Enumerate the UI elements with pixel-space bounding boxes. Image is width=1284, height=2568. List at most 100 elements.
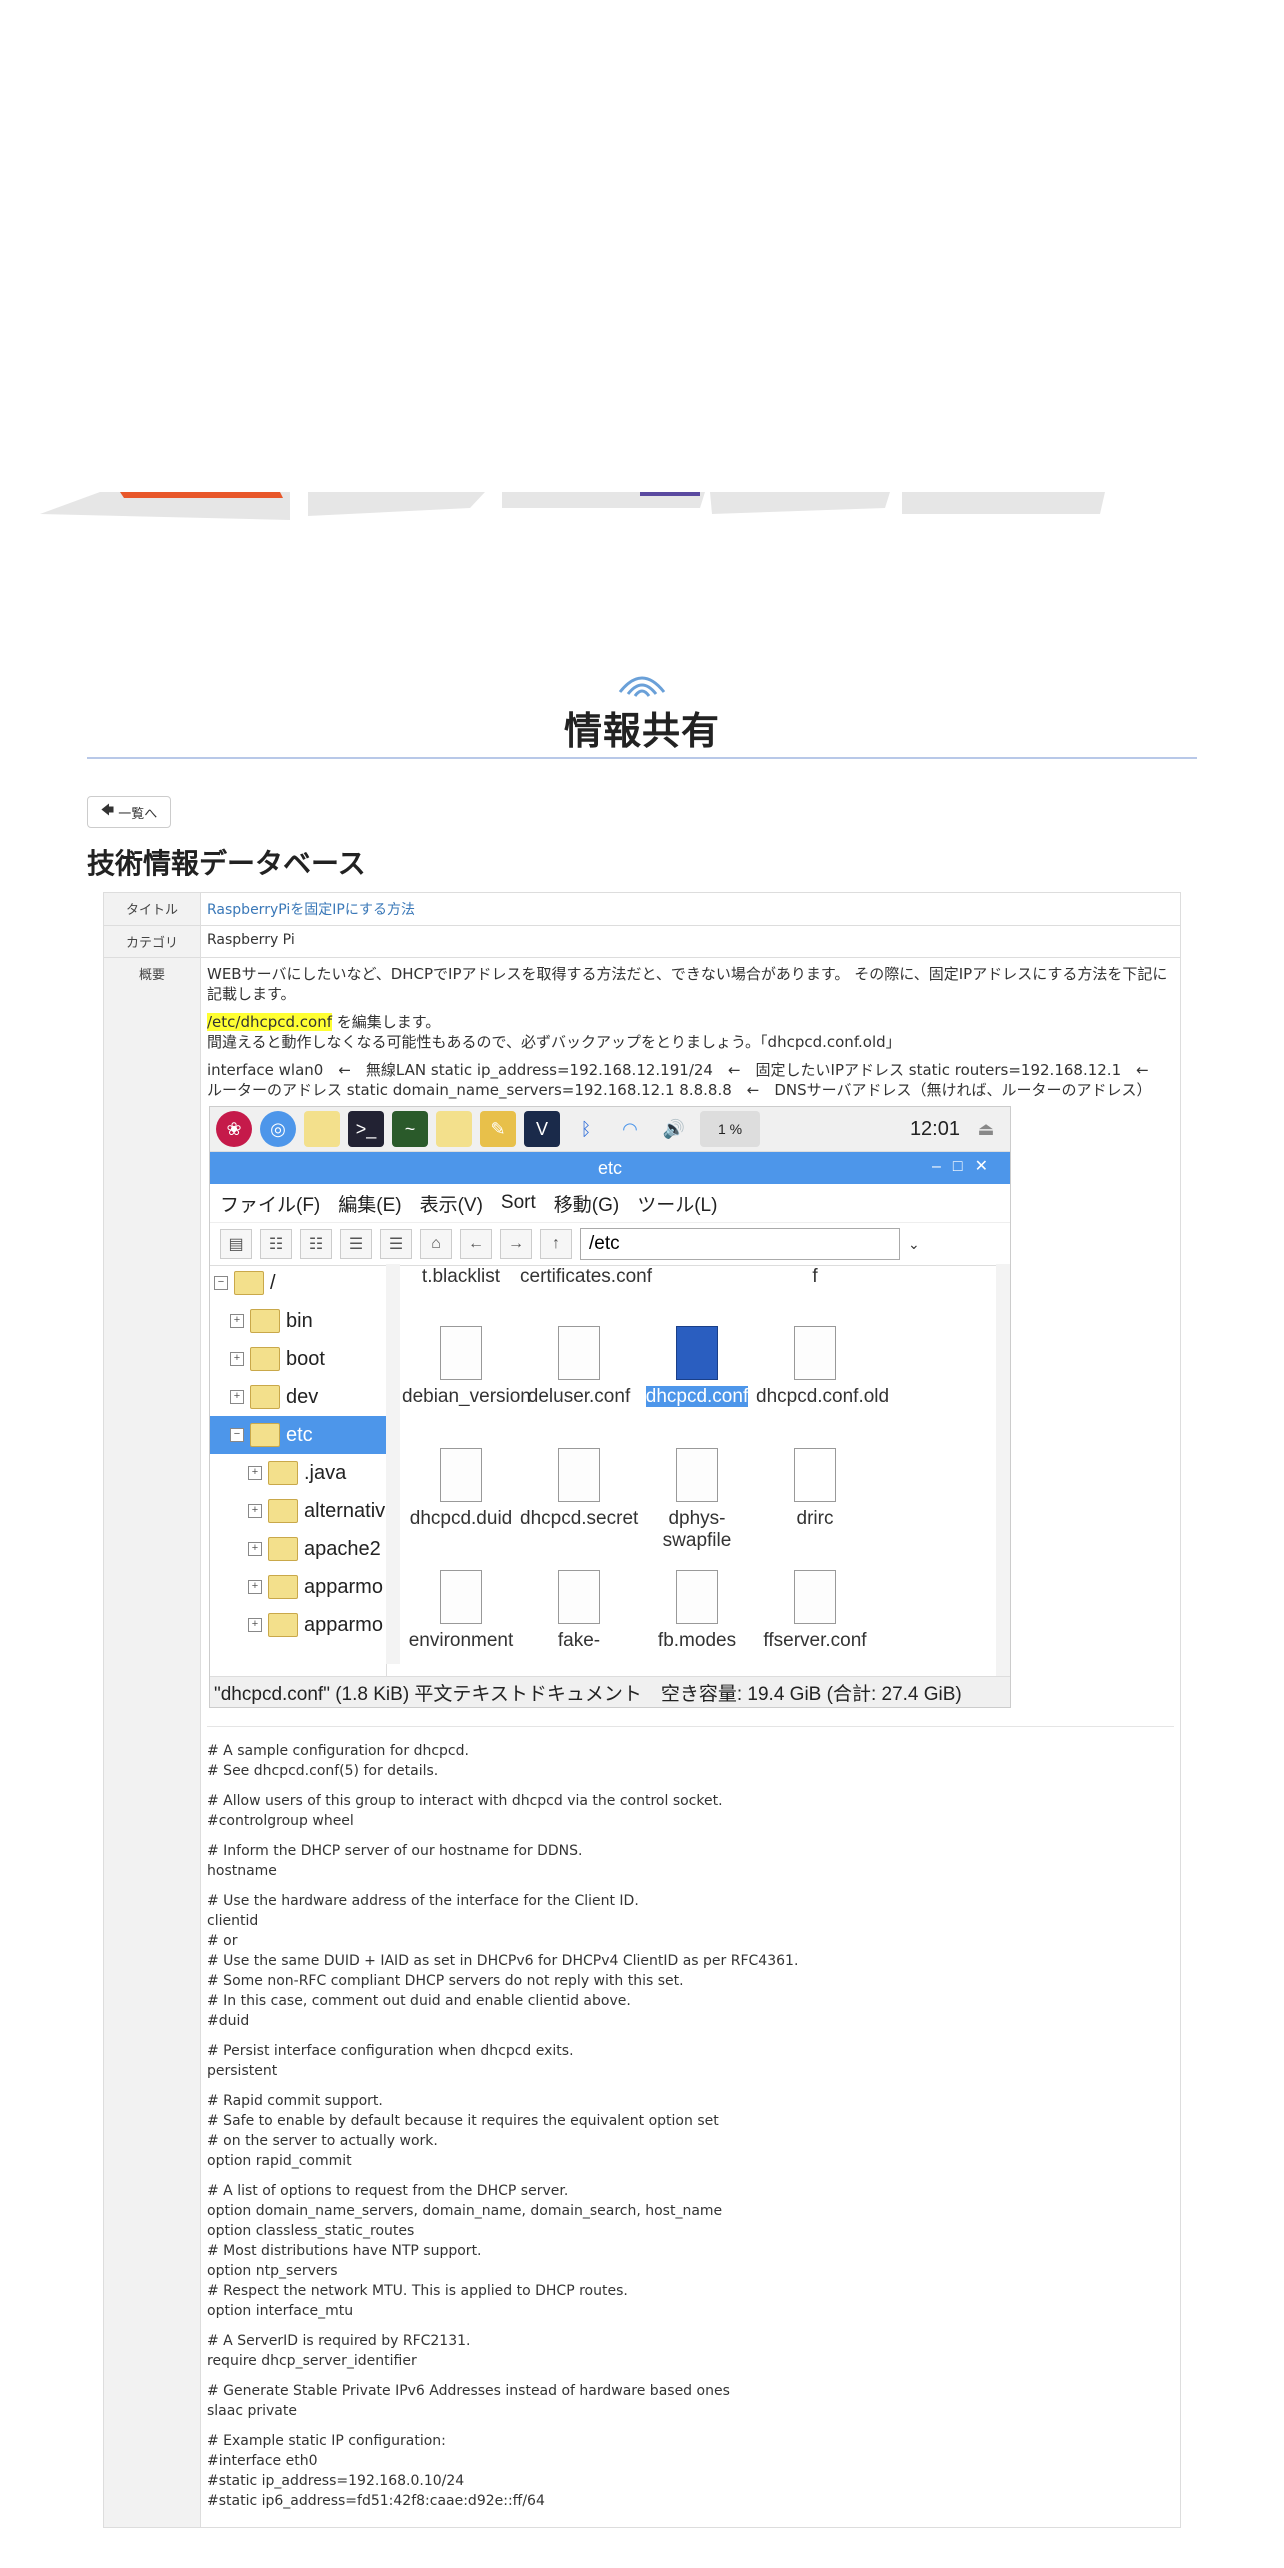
config-line: static domain_name_servers=192.168.12.1 … <box>346 1081 1152 1099</box>
category-label: カテゴリ <box>103 925 201 958</box>
config-line: static ip_address=192.168.12.191/24 ← 固定… <box>430 1061 904 1079</box>
folder-icon <box>268 1575 298 1599</box>
grid-view-icon: ☷ <box>300 1229 332 1259</box>
volume-icon: 🔊 <box>662 1118 686 1139</box>
conf-line: option ntp_servers <box>207 2263 338 2279</box>
back-to-list-button[interactable]: 🡄 一覧へ <box>87 796 171 828</box>
folder-icon <box>304 1111 340 1147</box>
folder-icon <box>268 1613 298 1637</box>
tree-item: + apparmo <box>210 1568 386 1606</box>
conf-line: #static ip_address=192.168.0.10/24 <box>207 2473 465 2489</box>
document-icon <box>440 1448 482 1502</box>
conf-block: # Use the hardware address of the interf… <box>207 1891 1174 2031</box>
path-input <box>580 1228 900 1260</box>
conf-block: # A ServerID is required by RFC2131. requ… <box>207 2331 1174 2371</box>
tree-item: + bin <box>210 1302 386 1340</box>
file-item-selected: dhcpcd.conf <box>638 1326 756 1408</box>
conf-line: # Safe to enable by default because it r… <box>207 2113 719 2129</box>
category-row: カテゴリ Raspberry Pi <box>103 925 1181 958</box>
site-header: 情報共有 <box>87 670 1197 760</box>
file-manager-screenshot: ❀ ◎ >_ ~ ✎ V ᛒ ◠ 🔊 1 % 12:01 ⏏ etc –□✕ フ… <box>209 1106 1011 1708</box>
conf-block: # Example static IP configuration: #inter… <box>207 2431 1174 2511</box>
conf-line: require dhcp_server_identifier <box>207 2353 417 2369</box>
file-item: dhcpcd.conf.old <box>756 1326 889 1408</box>
article-title-link[interactable]: RaspberryPiを固定IPにする方法 <box>207 902 415 918</box>
window-controls-icon: –□✕ <box>932 1158 1000 1175</box>
conf-line: #static ip6_address=fd51:42f8:caae:d92e:… <box>207 2493 545 2509</box>
conf-line: # In this case, comment out duid and ena… <box>207 1993 631 2009</box>
tree-item: + alternativ <box>210 1492 386 1530</box>
tree-item: + boot <box>210 1340 386 1378</box>
menu-edit: 編集(E) <box>338 1194 402 1216</box>
file-item: f <box>812 1266 818 1287</box>
conf-block: # Persist interface configuration when d… <box>207 2041 1174 2081</box>
desktop-panel: ❀ ◎ >_ ~ ✎ V ᛒ ◠ 🔊 1 % 12:01 ⏏ <box>210 1107 1010 1152</box>
menu-tools: ツール(L) <box>637 1194 718 1216</box>
file-icon-view: t.blacklist certificates.conf f debian_v… <box>402 1264 992 1676</box>
document-icon <box>440 1570 482 1624</box>
folder-icon <box>250 1309 280 1333</box>
status-bar: "dhcpcd.conf" (1.8 KiB) 平文テキストドキュメント 空き容… <box>210 1676 1010 1707</box>
conf-line: # or <box>207 1933 238 1949</box>
menu-bar: ファイル(F) 編集(E) 表示(V) Sort 移動(G) ツール(L) <box>210 1184 1010 1223</box>
conf-line: # Allow users of this group to interact … <box>207 1793 723 1809</box>
globe-file-icon <box>794 1448 836 1502</box>
dhcpcd-conf-listing: # A sample configuration for dhcpcd. # Se… <box>207 1741 1174 2511</box>
file-manager-body: − / + bin + boot + dev − etc + .java + alternat… <box>210 1264 1010 1676</box>
new-tab-icon: ▤ <box>220 1229 252 1259</box>
file-item: environment <box>402 1570 520 1652</box>
backup-warning: 間違えると動作しなくなる可能性もあるので、必ずバックアップをとりましょう。「dh… <box>207 1033 901 1051</box>
file-item: dhcpcd.secret <box>520 1448 638 1530</box>
conf-line: # Some non-RFC compliant DHCP servers do… <box>207 1973 684 1989</box>
document-icon <box>558 1570 600 1624</box>
title-row: タイトル RaspberryPiを固定IPにする方法 <box>103 892 1181 926</box>
window-titlebar: etc –□✕ <box>210 1152 1010 1184</box>
blank-file-icon <box>558 1448 600 1502</box>
conf-line: hostname <box>207 1863 277 1879</box>
conf-line: persistent <box>207 2063 278 2079</box>
intro-line: WEBサーバにしたいなど、DHCPでIPアドレスを取得する方法だと、できない場合… <box>207 965 850 983</box>
conf-line: # on the server to actually work. <box>207 2133 438 2149</box>
conf-line: # See dhcpcd.conf(5) for details. <box>207 1763 439 1779</box>
tree-item: + apache2 <box>210 1530 386 1568</box>
tree-item: − / <box>210 1264 386 1302</box>
conf-line: clientid <box>207 1913 259 1929</box>
conf-line: #controlgroup wheel <box>207 1813 354 1829</box>
tree-item: + .java <box>210 1454 386 1492</box>
back-icon: ← <box>460 1229 492 1259</box>
conf-line: #interface eth0 <box>207 2453 318 2469</box>
conf-block: # Inform the DHCP server of our hostname… <box>207 1841 1174 1881</box>
toolbar: ▤ ☷ ☷ ☰ ☰ ⌂ ← → ↑ ⌄ <box>210 1223 1010 1266</box>
folder-icon <box>250 1347 280 1371</box>
conf-block: # Generate Stable Private IPv6 Addresses… <box>207 2381 1174 2421</box>
tree-item: + dev <box>210 1378 386 1416</box>
conf-line: # Respect the network MTU. This is appli… <box>207 2283 628 2299</box>
conf-line: # Generate Stable Private IPv6 Addresses… <box>207 2383 730 2399</box>
category-value: Raspberry Pi <box>200 925 1181 958</box>
directory-tree: − / + bin + boot + dev − etc + .java + alternat… <box>210 1264 387 1676</box>
file-item: ffserver.conf <box>756 1570 874 1652</box>
file-item: drirc <box>756 1448 874 1530</box>
terminal-icon: >_ <box>348 1111 384 1147</box>
conf-line: #duid <box>207 2013 250 2029</box>
monitor-icon: ~ <box>392 1111 428 1147</box>
document-icon <box>676 1448 718 1502</box>
page-title: 情報共有 <box>563 709 720 753</box>
bluetooth-icon: ᛒ <box>580 1118 592 1139</box>
wifi-icon: ◠ <box>622 1118 638 1139</box>
file-item: dhcpcd.duid <box>402 1448 520 1530</box>
file-item: deluser.conf <box>520 1326 638 1408</box>
conf-block: # Allow users of this group to interact … <box>207 1791 1174 1831</box>
back-button-label: 一覧へ <box>118 806 158 822</box>
folder-icon <box>268 1537 298 1561</box>
conf-line: option interface_mtu <box>207 2303 354 2319</box>
summary-label: 概要 <box>103 957 201 2528</box>
conf-line: # A sample configuration for dhcpcd. <box>207 1743 469 1759</box>
conf-line: # Persist interface configuration when d… <box>207 2043 574 2059</box>
blank-file-icon <box>794 1326 836 1380</box>
folder-icon <box>268 1499 298 1523</box>
globe-icon: ◎ <box>260 1111 296 1147</box>
conf-block: # Rapid commit support. # Safe to enable … <box>207 2091 1174 2171</box>
chevron-down-icon: ⌄ <box>908 1235 920 1252</box>
tree-item-selected: − etc <box>210 1416 386 1454</box>
